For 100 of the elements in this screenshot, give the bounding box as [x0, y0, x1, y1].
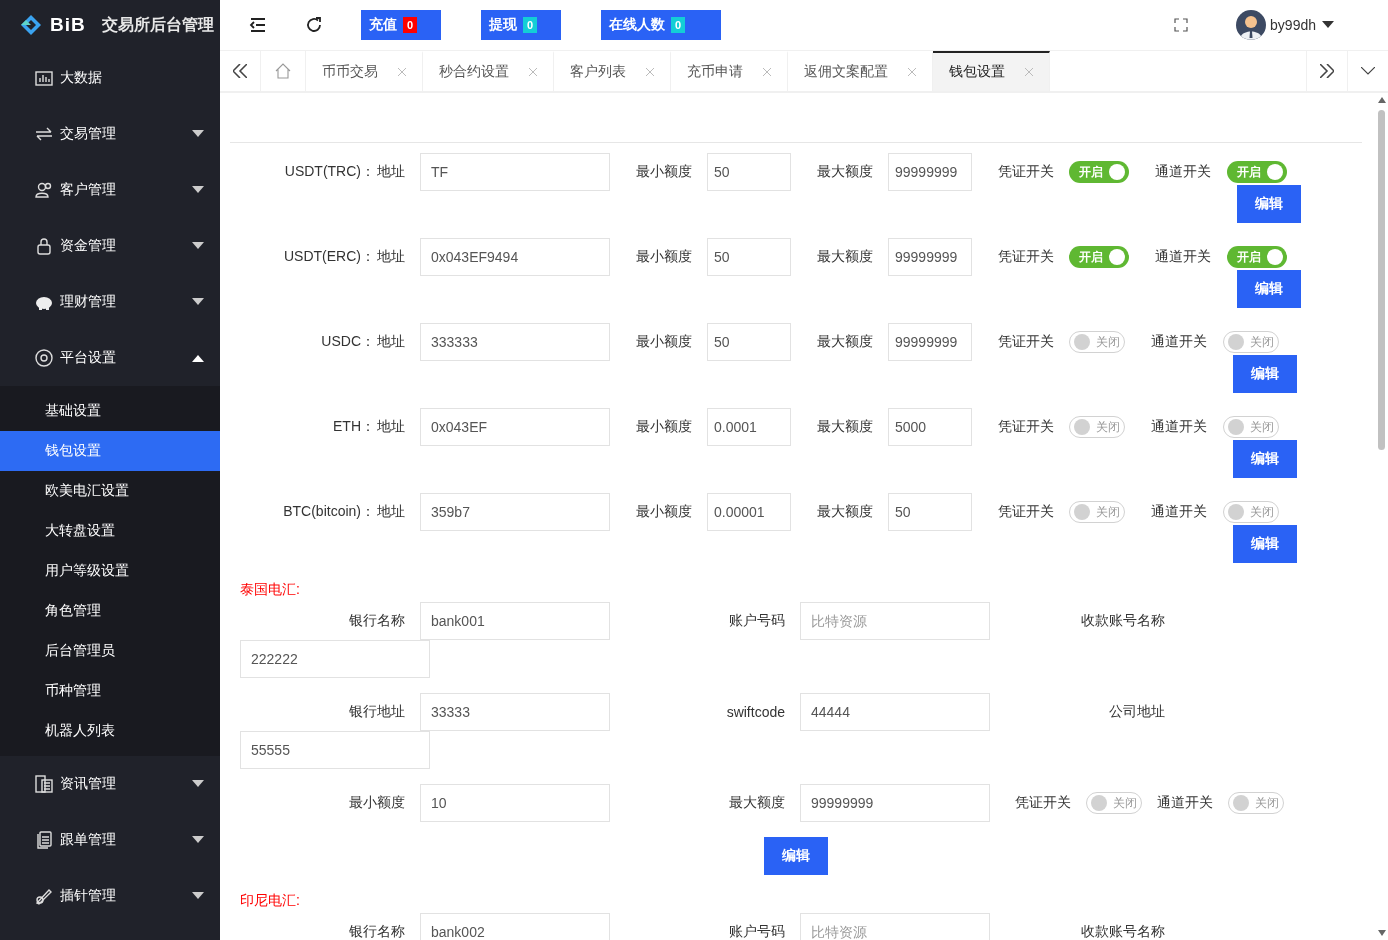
input-field[interactable]: 10 [420, 784, 610, 822]
input-field[interactable]: 99999999 [800, 784, 990, 822]
input-field[interactable]: 44444 [800, 693, 990, 731]
field-label: 凭证开关 [998, 162, 1054, 181]
menu-item[interactable]: 资金管理 [0, 218, 220, 274]
close-icon[interactable] [398, 68, 406, 76]
close-icon[interactable] [646, 68, 654, 76]
field-label: 地址 [377, 418, 405, 436]
close-icon[interactable] [908, 68, 916, 76]
users-icon [34, 180, 54, 200]
input-field[interactable]: 5000 [888, 408, 972, 446]
counter-button[interactable]: 充值 0 [361, 10, 441, 40]
menu-item[interactable]: 客户管理 [0, 162, 220, 218]
close-icon[interactable] [763, 68, 771, 76]
count-badge: 0 [403, 17, 418, 33]
input-field[interactable]: TF [420, 153, 610, 191]
submenu-item[interactable]: 用户等级设置 [0, 551, 220, 591]
input-field[interactable]: 0.0001 [707, 408, 791, 446]
tab[interactable]: 钱包设置 [933, 51, 1050, 91]
edit-button[interactable]: 编辑 [1237, 270, 1301, 308]
edit-button[interactable]: 编辑 [1233, 525, 1297, 563]
submenu-item[interactable]: 币种管理 [0, 671, 220, 711]
refresh-icon[interactable] [305, 16, 323, 34]
menu-item[interactable]: 跟单管理 [0, 812, 220, 868]
input-field[interactable]: 比特资源 [800, 602, 990, 640]
submenu-item[interactable]: 大转盘设置 [0, 511, 220, 551]
edit-button[interactable]: 编辑 [1233, 355, 1297, 393]
field-label: 通道开关 [1155, 247, 1211, 266]
input-field[interactable]: 359b7 [420, 493, 610, 531]
submenu-item[interactable]: 欧美电汇设置 [0, 471, 220, 511]
menu-item[interactable]: 理财管理 [0, 274, 220, 330]
scrollbar-thumb[interactable] [1378, 110, 1385, 450]
section-title: 印尼电汇: [240, 891, 301, 910]
field-label: 通道开关 [1151, 417, 1207, 436]
scroll-down-icon[interactable] [1377, 930, 1386, 936]
edit-button[interactable]: 编辑 [764, 837, 828, 875]
field-label: swiftcode [725, 703, 786, 722]
coin-name: USDT(ERC)： [284, 248, 375, 266]
menu-item[interactable]: 平台设置 [0, 330, 220, 386]
username[interactable]: by99dh [1270, 17, 1316, 33]
avatar-icon[interactable] [1236, 10, 1267, 40]
submenu-item[interactable]: 后台管理员 [0, 631, 220, 671]
input-field[interactable]: 99999999 [888, 238, 972, 276]
field-label: 凭证开关 [998, 332, 1054, 351]
input-field[interactable]: 99999999 [888, 323, 972, 361]
input-field[interactable]: 50 [707, 153, 791, 191]
coin-name: USDC： [321, 333, 375, 351]
lock-icon [34, 236, 54, 256]
input-field[interactable]: 50 [707, 238, 791, 276]
target-icon [34, 348, 54, 368]
input-field[interactable]: bank002 [420, 913, 610, 940]
field-label: 最大额度 [728, 793, 786, 812]
count-badge: 0 [523, 17, 538, 33]
input-field[interactable]: 333333 [420, 323, 610, 361]
coin-name: USDT(TRC)： [284, 163, 375, 181]
field-label: 通道开关 [1151, 502, 1207, 521]
field-label: 收款账号名称 [1080, 922, 1166, 940]
submenu-item[interactable]: 钱包设置 [0, 431, 220, 471]
input-field[interactable]: 50 [707, 323, 791, 361]
menu-item[interactable]: 交易管理 [0, 106, 220, 162]
counter-button[interactable]: 提现 0 [481, 10, 561, 40]
field-label: 通道开关 [1157, 793, 1213, 812]
field-label: 最小额度 [636, 502, 692, 521]
caret-icon[interactable] [1322, 21, 1334, 29]
close-icon[interactable] [1025, 68, 1033, 76]
edit-button[interactable]: 编辑 [1233, 440, 1297, 478]
input-field[interactable]: 99999999 [888, 153, 972, 191]
input-field[interactable]: 比特资源 [800, 913, 990, 940]
menu-item[interactable]: 资讯管理 [0, 756, 220, 812]
submenu-item[interactable]: 机器人列表 [0, 711, 220, 751]
input-field[interactable]: 0.00001 [707, 493, 791, 531]
input-field[interactable]: bank001 [420, 602, 610, 640]
coin-name: BTC(bitcoin)： [283, 503, 375, 521]
field-label: 凭证开关 [1015, 793, 1071, 812]
field-label: 凭证开关 [998, 417, 1054, 436]
field-label: 最大额度 [817, 332, 873, 351]
input-field[interactable]: 0x043EF [420, 408, 610, 446]
scroll-up-icon[interactable] [1377, 97, 1386, 103]
edit-button[interactable]: 编辑 [1237, 185, 1301, 223]
field-label: 最小额度 [636, 332, 692, 351]
menu-item[interactable]: 插针管理 [0, 868, 220, 924]
submenu-item[interactable]: 角色管理 [0, 591, 220, 631]
fullscreen-icon[interactable] [1174, 18, 1189, 32]
counter-button[interactable]: 在线人数 0 [601, 10, 721, 40]
home-icon [274, 62, 292, 80]
double-chevron-left-icon [233, 64, 247, 78]
input-field[interactable]: 50 [888, 493, 972, 531]
menu-fold-icon[interactable] [249, 16, 267, 34]
input-field[interactable]: 0x043EF9494 [420, 238, 610, 276]
news-icon [34, 774, 54, 794]
close-icon[interactable] [529, 68, 537, 76]
field-label: 地址 [377, 248, 405, 266]
field-label: 最小额度 [636, 247, 692, 266]
menu-item[interactable]: 大数据 [0, 50, 220, 106]
input-field[interactable]: 33333 [420, 693, 610, 731]
chevron-down-icon [1361, 67, 1375, 75]
input-field[interactable]: 55555 [240, 731, 430, 769]
submenu-item[interactable]: 基础设置 [0, 391, 220, 431]
field-label: 通道开关 [1155, 162, 1211, 181]
input-field[interactable]: 222222 [240, 640, 430, 678]
